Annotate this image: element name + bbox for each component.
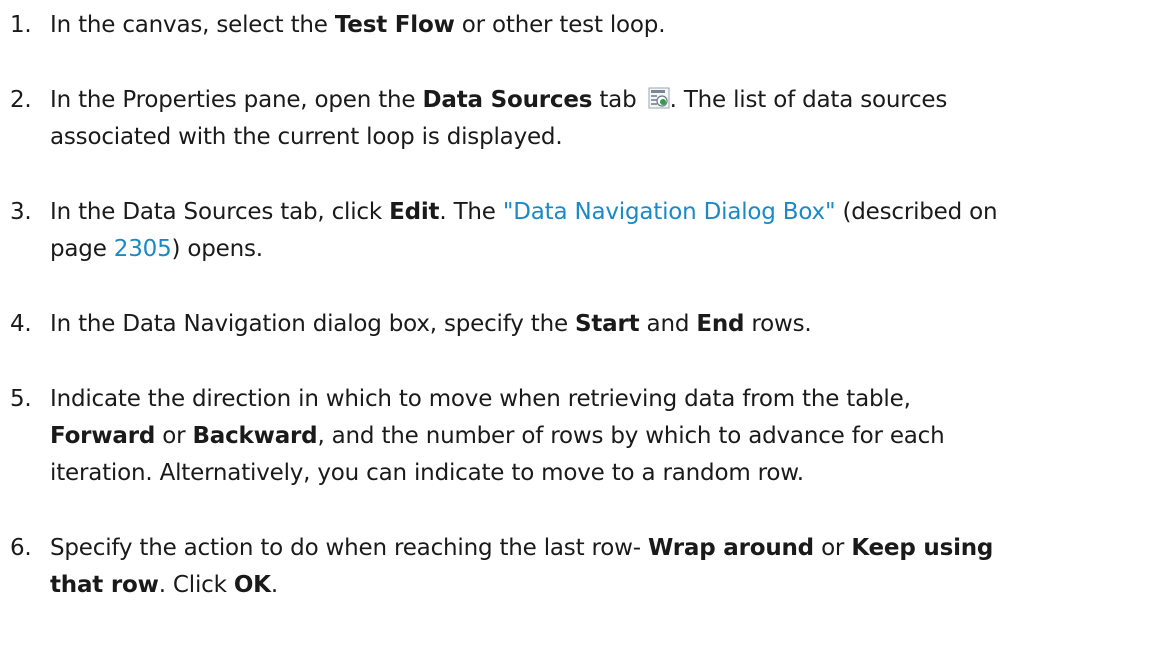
step-2: 2. In the Properties pane, open the Data… [0,82,1150,156]
step-number: 1. [10,12,32,38]
step-number: 6. [10,535,32,561]
ui-term-forward: Forward [50,423,156,449]
ui-term-keep-using: Keep using [851,535,994,561]
ui-term-data-sources: Data Sources [422,87,593,113]
data-navigation-dialog-link[interactable]: "Data Navigation Dialog Box" [503,199,836,225]
step-text: In the canvas, select the Test Flow or o… [50,12,666,38]
step-line: that row. Click OK. [50,572,278,598]
step-line: Indicate the direction in which to move … [50,386,911,412]
document-page: 1. In the canvas, select the Test Flow o… [0,0,1161,648]
step-line: In the Properties pane, open the Data So… [50,87,948,113]
step-line: Forward or Backward, and the number of r… [50,423,945,449]
ui-term-start: Start [575,311,640,337]
step-text: In the Data Navigation dialog box, speci… [50,311,812,337]
step-line: page 2305) opens. [50,236,263,262]
step-6: 6. Specify the action to do when reachin… [0,530,1150,604]
step-text: Specify the action to do when reaching t… [50,530,1150,604]
step-5: 5. Indicate the direction in which to mo… [0,381,1150,492]
ui-term-ok: OK [233,572,271,598]
step-text: In the Properties pane, open the Data So… [50,82,1150,156]
ui-term-test-flow: Test Flow [334,12,455,38]
step-number: 4. [10,311,32,337]
step-line: In the Data Sources tab, click Edit. The… [50,199,998,225]
data-sources-tab-icon [648,87,670,109]
step-line: associated with the current loop is disp… [50,124,563,150]
ui-term-wrap-around: Wrap around [647,535,814,561]
step-text: In the Data Sources tab, click Edit. The… [50,194,1150,268]
step-number: 2. [10,87,32,113]
step-number: 5. [10,386,32,412]
step-1: 1. In the canvas, select the Test Flow o… [0,7,1150,44]
ui-term-backward: Backward [192,423,318,449]
step-3: 3. In the Data Sources tab, click Edit. … [0,194,1150,268]
step-4: 4. In the Data Navigation dialog box, sp… [0,306,1150,343]
ui-term-that-row: that row [50,572,159,598]
step-line: Specify the action to do when reaching t… [50,535,994,561]
page-number-link[interactable]: 2305 [114,236,172,262]
ui-term-edit: Edit [389,199,440,225]
ui-term-end: End [696,311,745,337]
step-line: iteration. Alternatively, you can indica… [50,460,804,486]
step-text: Indicate the direction in which to move … [50,381,1150,492]
step-number: 3. [10,199,32,225]
